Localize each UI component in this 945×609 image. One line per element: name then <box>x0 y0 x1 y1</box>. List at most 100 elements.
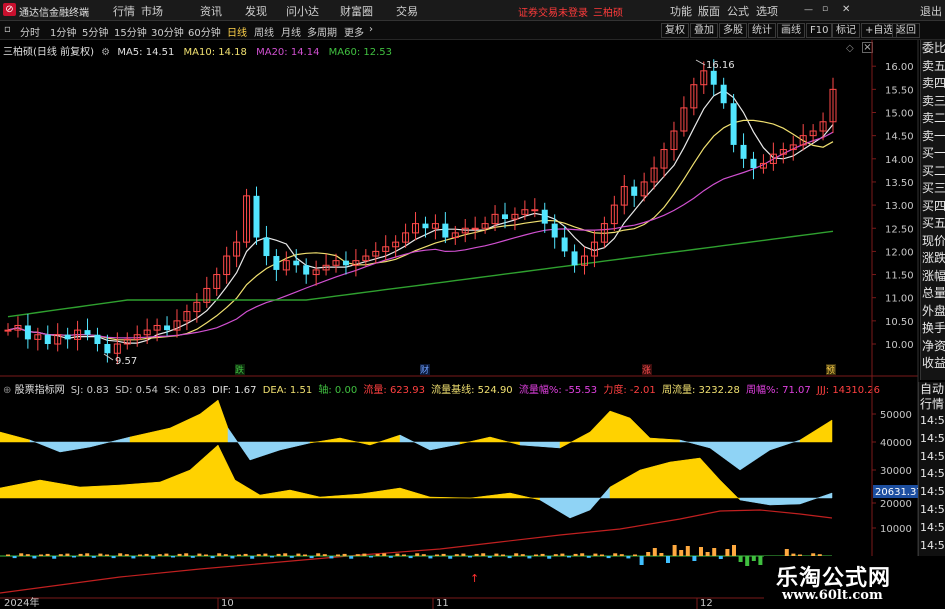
flow-bar <box>633 554 637 556</box>
flow-bar <box>144 553 149 556</box>
quote-field-11[interactable]: 现价 <box>921 233 945 251</box>
candle-body-down <box>740 144 747 159</box>
candle-body-down <box>730 103 737 145</box>
flow-bar <box>131 556 136 559</box>
ma60-line <box>7 230 834 318</box>
quote-field-8[interactable]: 买三 <box>921 180 945 198</box>
flow-bar <box>679 550 684 556</box>
flow-bar <box>375 553 380 556</box>
tick-header-auto[interactable]: 自动 <box>919 382 945 397</box>
quote-field-0[interactable]: 委比 <box>921 40 945 58</box>
flow-bar <box>626 556 631 559</box>
quote-panel: 委比 卖五 卖四 卖三 卖二 卖一 买一 买二 买三 买四 买五 现价 涨跌 涨幅 总量 外盘 换手 净资 收益 <box>920 40 945 380</box>
flow-bar <box>567 556 571 558</box>
upper-histogram-area <box>459 436 491 445</box>
flow-bar <box>705 552 710 556</box>
flow-bar <box>118 553 123 556</box>
flow-bar <box>415 553 420 556</box>
watermark-url: www.60lt.com <box>782 588 883 603</box>
flow-bar <box>395 553 400 556</box>
time-label-dec: 12 <box>700 598 713 609</box>
lower-histogram-area <box>429 496 471 499</box>
lower-histogram-area <box>79 484 121 499</box>
quote-field-12[interactable]: 涨跌 <box>921 250 945 268</box>
quote-field-16[interactable]: 换手 <box>921 320 945 338</box>
price-tick-6: 13.00 <box>885 201 914 212</box>
upper-histogram-area <box>89 436 131 448</box>
quote-field-3[interactable]: 卖三 <box>921 93 945 111</box>
quote-field-17[interactable]: 净资 <box>921 338 945 356</box>
lower-histogram-area <box>469 492 511 499</box>
flow-bar <box>382 553 387 556</box>
candle-body-down <box>561 237 568 252</box>
lower-histogram-area <box>289 489 321 499</box>
lower-histogram-area <box>509 492 541 501</box>
flow-bar <box>580 553 585 556</box>
flow-bar <box>586 556 591 558</box>
flow-bar <box>507 556 512 559</box>
candle-body-down <box>293 260 300 266</box>
quote-field-4[interactable]: 卖二 <box>921 110 945 128</box>
flow-bar <box>441 553 446 556</box>
upper-histogram-area <box>29 439 61 453</box>
quote-field-2[interactable]: 卖四 <box>921 75 945 93</box>
flow-bar <box>289 556 294 558</box>
flow-bar <box>204 554 208 556</box>
flow-bar <box>19 553 24 556</box>
event-label-forecast[interactable]: 预 <box>826 365 835 376</box>
quote-field-18[interactable]: 收益 <box>921 355 945 373</box>
quote-field-10[interactable]: 买五 <box>921 215 945 233</box>
chart-canvas[interactable]: 16.16 9.57 跌 财 涨 预 ↑ 16.00 15.50 15.00 14.5… <box>0 0 945 609</box>
quote-field-14[interactable]: 总量 <box>921 285 945 303</box>
flow-bar <box>32 556 37 559</box>
flow-bar <box>520 554 525 556</box>
candle-body-down <box>94 334 101 344</box>
flow-bar <box>758 556 763 565</box>
flow-bar <box>672 545 677 556</box>
candle-body-up <box>531 209 539 212</box>
flow-bar <box>468 556 472 558</box>
quote-field-15[interactable]: 外盘 <box>921 303 945 321</box>
flow-bar <box>309 556 314 559</box>
flow-bar <box>263 553 268 556</box>
lower-histogram-area <box>39 479 81 499</box>
flow-bar <box>138 554 142 556</box>
lower-histogram-area <box>119 481 161 499</box>
tick-time-6: 14:50 <box>920 520 945 534</box>
price-tick-4: 14.00 <box>885 155 914 166</box>
price-tick-0: 16.00 <box>885 62 914 73</box>
quote-field-5[interactable]: 卖一 <box>921 128 945 146</box>
event-label-up[interactable]: 涨 <box>642 365 651 376</box>
quote-field-6[interactable]: 买一 <box>921 145 945 163</box>
price-tick-9: 11.50 <box>885 271 914 282</box>
flow-bar <box>190 556 195 558</box>
quote-field-1[interactable]: 卖五 <box>921 58 945 76</box>
price-tick-7: 12.50 <box>885 224 914 235</box>
flow-bar <box>487 556 492 558</box>
event-label-down[interactable]: 跌 <box>235 365 244 376</box>
flow-bar <box>514 553 519 556</box>
flow-bar <box>230 556 235 559</box>
cursor-value-label: 20631.37 <box>875 487 923 498</box>
tick-header-quotes[interactable]: 行情 <box>919 397 945 412</box>
lower-histogram-area <box>159 469 191 499</box>
upper-histogram-area <box>199 399 219 443</box>
flow-bar <box>342 553 347 556</box>
flow-bar <box>454 554 459 556</box>
flow-bar <box>164 553 169 556</box>
tick-time-0: 14:50 <box>920 414 945 427</box>
quote-field-7[interactable]: 买二 <box>921 163 945 181</box>
upper-histogram-area <box>649 437 681 443</box>
lower-histogram-area <box>319 493 361 499</box>
flow-bar <box>65 553 70 556</box>
quote-field-9[interactable]: 买四 <box>921 198 945 216</box>
indicator-tick-0: 50000 <box>880 410 912 421</box>
flow-bar <box>685 546 690 556</box>
candle-body-down <box>720 84 727 104</box>
upper-histogram-area <box>129 427 171 443</box>
indicator-tick-4: 10000 <box>880 524 912 535</box>
upper-histogram-area <box>227 427 251 461</box>
candle-body-up <box>471 227 479 230</box>
quote-field-13[interactable]: 涨幅 <box>921 268 945 286</box>
event-label-finance[interactable]: 财 <box>420 364 429 376</box>
